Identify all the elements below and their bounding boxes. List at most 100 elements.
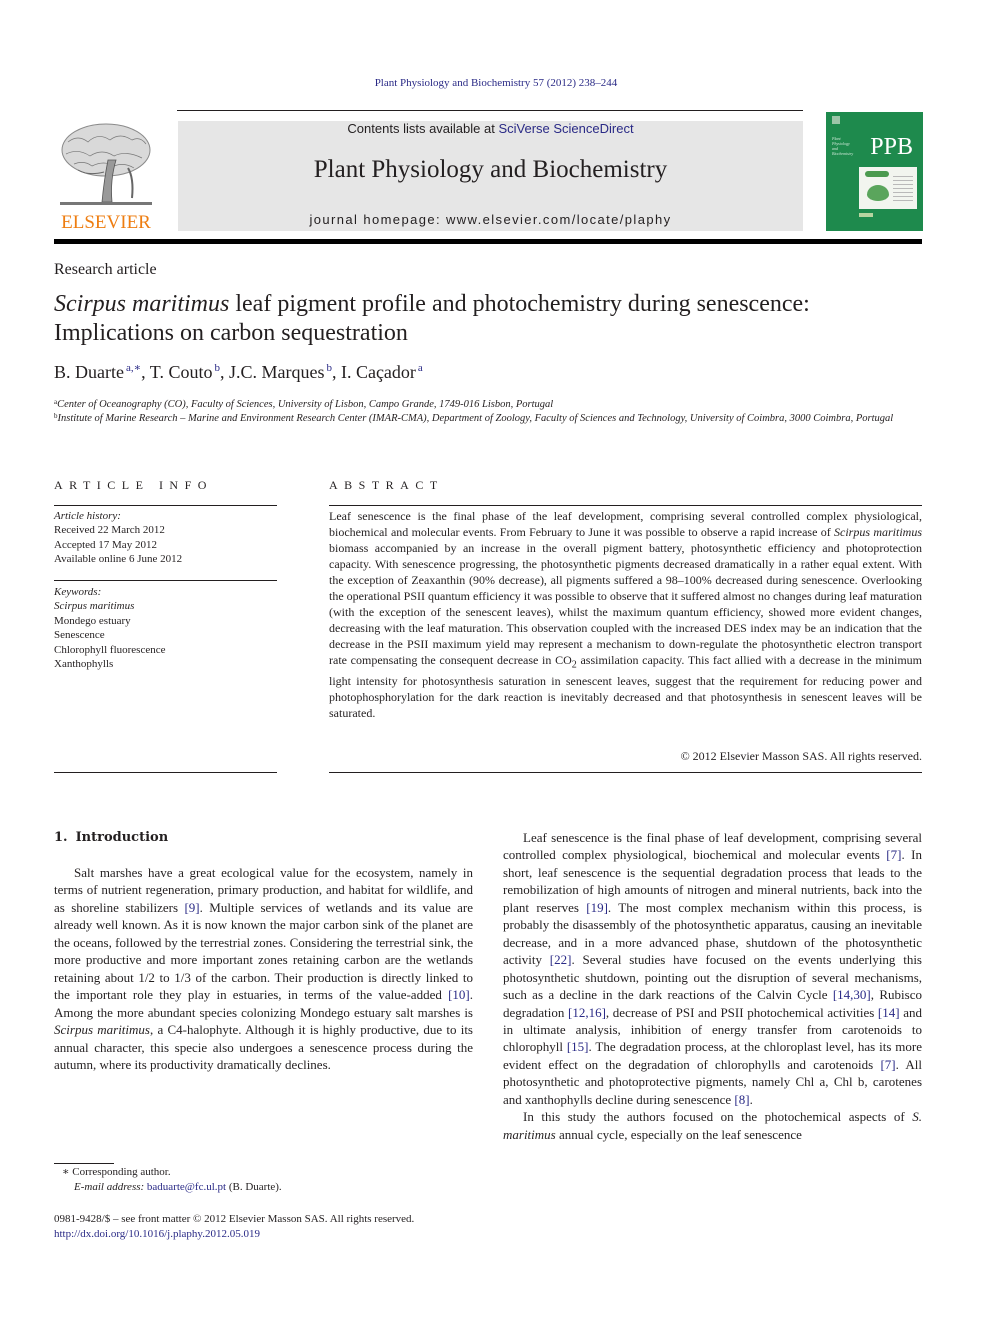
paragraph: Leaf senescence is the final phase of le… xyxy=(503,829,922,1108)
cover-leaf-icon xyxy=(865,171,889,177)
keyword: Xanthophylls xyxy=(54,658,114,671)
reference-link[interactable]: [8] xyxy=(734,1092,749,1107)
text: Leaf senescence is the final phase of le… xyxy=(503,830,922,863)
divider xyxy=(54,580,277,581)
elsevier-wordmark: ELSEVIER xyxy=(61,212,151,233)
elsevier-tree-icon xyxy=(60,123,152,205)
article-type: Research article xyxy=(54,261,157,278)
author-separator: , xyxy=(141,362,150,382)
history-item: Available online 6 June 2012 xyxy=(54,553,183,566)
masthead-top-rule xyxy=(177,110,803,111)
author-affiliation-marker[interactable]: a xyxy=(418,362,423,374)
author-affiliation-marker[interactable]: a,∗ xyxy=(126,362,141,374)
author-separator: , xyxy=(331,362,341,382)
title-species: Scirpus maritimus xyxy=(54,291,230,317)
text: . Multiple services of wetlands and its … xyxy=(54,899,473,1003)
keyword: Chlorophyll fluorescence xyxy=(54,643,166,656)
abstract-heading: ABSTRACT xyxy=(329,478,444,492)
homepage-url-link[interactable]: www.elsevier.com/locate/plaphy xyxy=(446,212,672,227)
reference-link[interactable]: [7] xyxy=(886,847,901,862)
doi-link[interactable]: http://dx.doi.org/10.1016/j.plaphy.2012.… xyxy=(54,1227,414,1242)
reference-link[interactable]: [9] xyxy=(184,900,199,915)
history-label: Article history: xyxy=(54,510,121,522)
section-number: 1. xyxy=(54,830,68,845)
abstract-species: Scirpus maritimus xyxy=(834,525,922,539)
divider xyxy=(329,772,922,773)
reference-link[interactable]: [14] xyxy=(878,1005,900,1020)
email-owner: (B. Duarte). xyxy=(226,1181,282,1193)
reference-link[interactable]: [10] xyxy=(448,987,470,1002)
paragraph: In this study the authors focused on the… xyxy=(503,1108,922,1143)
masthead-bottom-rule xyxy=(54,239,922,244)
affiliation: bInstitute of Marine Research – Marine a… xyxy=(54,409,924,426)
cover-publisher-logo-icon xyxy=(832,116,840,124)
journal-name: Plant Physiology and Biochemistry xyxy=(313,156,668,183)
elsevier-logo[interactable]: ELSEVIER xyxy=(54,120,158,234)
reference-link[interactable]: [7] xyxy=(880,1057,895,1072)
author-separator: , xyxy=(219,362,229,382)
text: annual cycle, especially on the leaf sen… xyxy=(555,1126,802,1142)
reference-link[interactable]: [14,30] xyxy=(833,987,871,1002)
abstract-segment: biomass accompanied by an increase in th… xyxy=(329,541,922,667)
footnote-corresponding-author: ∗ Corresponding author. E-mail address: … xyxy=(62,1165,282,1195)
section-heading-introduction: 1. Introduction xyxy=(54,830,168,845)
reference-link[interactable]: [12,16] xyxy=(568,1005,606,1020)
cover-leaf-icon xyxy=(867,185,889,201)
sciencedirect-link[interactable]: SciVerse ScienceDirect xyxy=(498,121,633,136)
title-text: leaf pigment profile and photochemistry … xyxy=(229,291,810,317)
keyword: Senescence xyxy=(54,629,105,642)
cover-figure-icon xyxy=(859,167,917,209)
history-item: Accepted 17 May 2012 xyxy=(54,538,157,551)
article-history: Article history: Received 22 March 2012 … xyxy=(54,509,277,567)
journal-cover-image[interactable]: Plant Physiology and Biochemistry PPB xyxy=(826,112,923,231)
keyword: Mondego estuary xyxy=(54,614,131,627)
author-name[interactable]: B. Duarte xyxy=(54,362,124,382)
author-list: B. Duarte a,∗, T. Couto b, J.C. Marques b, … xyxy=(54,361,423,383)
front-matter: 0981-9428/$ – see front matter © 2012 El… xyxy=(54,1212,414,1241)
title-line-1: Scirpus maritimus leaf pigment profile a… xyxy=(54,290,934,319)
cover-diagram-lines xyxy=(893,173,913,203)
email-label: E-mail address: xyxy=(74,1181,145,1193)
author-name[interactable]: I. Caçador xyxy=(341,362,416,382)
article-info-heading: ARTICLE INFO xyxy=(54,478,213,492)
article-title: Scirpus maritimus leaf pigment profile a… xyxy=(54,290,934,348)
affiliation-text: Institute of Marine Research – Marine an… xyxy=(57,413,894,424)
cover-footer-logo-icon xyxy=(859,213,873,217)
journal-homepage: journal homepage: www.elsevier.com/locat… xyxy=(178,212,803,227)
cover-title-line: Biochemistry xyxy=(832,151,854,156)
footnote-text: Corresponding author. xyxy=(72,1166,171,1178)
title-line-2: Implications on carbon sequestration xyxy=(54,320,408,346)
footnote-marker: ∗ xyxy=(62,1166,70,1178)
divider xyxy=(54,772,277,773)
footnote-rule xyxy=(54,1163,114,1164)
author-name[interactable]: T. Couto xyxy=(150,362,213,382)
email-link[interactable]: baduarte@fc.ul.pt xyxy=(147,1181,226,1193)
text: . xyxy=(749,1091,753,1107)
abstract-copyright: © 2012 Elsevier Masson SAS. All rights r… xyxy=(680,749,922,763)
text: , decrease of PSI and PSII photochemical… xyxy=(605,1004,878,1020)
body-column-left: Salt marshes have a great ecological val… xyxy=(54,864,473,1073)
author-name[interactable]: J.C. Marques xyxy=(229,362,325,382)
body-column-right: Leaf senescence is the final phase of le… xyxy=(503,829,922,1143)
section-title: Introduction xyxy=(75,830,169,845)
abstract-text: Leaf senescence is the final phase of th… xyxy=(329,508,922,721)
text: In this study the authors focused on the… xyxy=(523,1109,913,1125)
keywords-label: Keywords: xyxy=(54,586,102,598)
homepage-prefix: journal homepage: xyxy=(309,212,446,227)
species-name: Scirpus maritimus xyxy=(54,1022,150,1038)
contents-prefix: Contents lists available at xyxy=(347,121,499,136)
reference-link[interactable]: [22] xyxy=(550,952,572,967)
paragraph: Salt marshes have a great ecological val… xyxy=(54,864,473,1073)
history-item: Received 22 March 2012 xyxy=(54,524,165,537)
issn-line: 0981-9428/$ – see front matter © 2012 El… xyxy=(54,1213,415,1225)
divider xyxy=(54,505,277,506)
reference-link[interactable]: [19] xyxy=(586,900,608,915)
keywords: Keywords: Scirpus maritimus Mondego estu… xyxy=(54,585,277,671)
contents-line: Contents lists available at SciVerse Sci… xyxy=(178,121,803,136)
cover-abbreviation: PPB xyxy=(870,134,913,160)
reference-link[interactable]: [15] xyxy=(567,1039,589,1054)
keyword: Scirpus maritimus xyxy=(54,600,135,613)
cover-mini-title: Plant Physiology and Biochemistry xyxy=(832,136,853,156)
journal-citation-link[interactable]: Plant Physiology and Biochemistry 57 (20… xyxy=(0,77,992,89)
divider xyxy=(329,505,922,506)
